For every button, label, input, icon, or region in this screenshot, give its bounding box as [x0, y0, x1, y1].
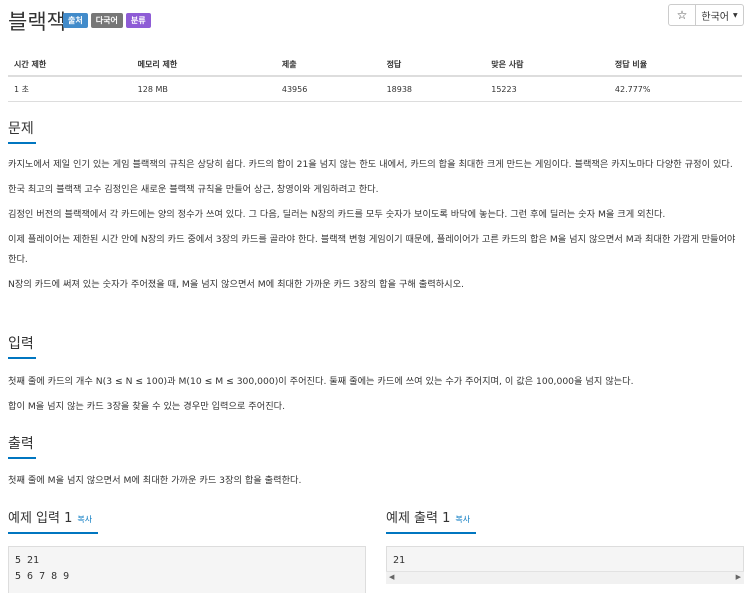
memory-limit-value: 128 MB	[131, 76, 276, 102]
sample-input-label: 예제 입력 1	[8, 511, 73, 526]
solvers-value: 15223	[485, 76, 609, 102]
input-section-title: 입력	[8, 333, 36, 359]
problem-paragraph: N장의 카드에 써져 있는 숫자가 주어졌을 때, M을 넘지 않으면서 M에 …	[8, 279, 464, 290]
language-label: 한국어	[701, 11, 729, 23]
copy-input-button[interactable]: 복사	[77, 515, 92, 524]
stats-header: 맞은 사람	[485, 56, 609, 77]
page-title: 블랙잭	[8, 10, 66, 34]
sample-output-title: 예제 출력 1 복사	[386, 507, 476, 534]
stats-header: 메모리 제한	[131, 56, 276, 77]
input-paragraph: 첫째 줄에 카드의 개수 N(3 ≤ N ≤ 100)과 M(10 ≤ M ≤ …	[8, 376, 634, 387]
problem-paragraph: 한국 최고의 블랙잭 고수 김정인은 새로운 블랙잭 규칙을 만들어 상근, 창…	[8, 184, 379, 195]
copy-output-button[interactable]: 복사	[455, 515, 470, 524]
section-underline	[386, 532, 476, 534]
problem-section-label: 문제	[8, 121, 34, 137]
problem-header: 블랙잭 출처 다국어 분류 ☆ 한국어 ▼	[8, 4, 744, 34]
section-underline	[8, 357, 36, 359]
problem-paragraph: 카지노에서 제일 인기 있는 게임 블랙잭의 규칙은 상당히 쉽다. 카드의 합…	[8, 159, 733, 170]
section-underline	[8, 532, 98, 534]
sample-input-title: 예제 입력 1 복사	[8, 507, 98, 534]
multilanguage-badge[interactable]: 다국어	[90, 13, 123, 28]
language-dropdown[interactable]: 한국어 ▼	[696, 4, 744, 26]
problem-section-title: 문제	[8, 118, 36, 144]
stats-header: 제출	[275, 56, 381, 77]
submissions-value: 43956	[275, 76, 381, 102]
sample-input-box[interactable]: 5 21 5 6 7 8 9	[8, 546, 366, 593]
accepted-value: 18938	[380, 76, 486, 102]
sample-output-label: 예제 출력 1	[386, 511, 451, 526]
horizontal-scrollbar[interactable]: ◀ ▶	[386, 571, 744, 584]
problem-description: 카지노에서 제일 인기 있는 게임 블랙잭의 규칙은 상당히 쉽다. 카드의 합…	[8, 155, 742, 295]
input-description: 첫째 줄에 카드의 개수 N(3 ≤ N ≤ 100)과 M(10 ≤ M ≤ …	[8, 372, 742, 417]
stats-header-row: 시간 제한 메모리 제한 제출 정답 맞은 사람 정답 비율	[8, 56, 742, 77]
output-description: 첫째 줄에 M을 넘지 않으면서 M에 최대한 가까운 카드 3장의 합을 출력…	[8, 471, 742, 491]
section-underline	[8, 142, 36, 144]
category-badge[interactable]: 분류	[125, 13, 151, 28]
scroll-right-icon[interactable]: ▶	[736, 573, 741, 581]
badge-group: 출처 다국어 분류	[63, 13, 151, 28]
input-section-label: 입력	[8, 336, 34, 352]
problem-stats-table: 시간 제한 메모리 제한 제출 정답 맞은 사람 정답 비율 1 초 128 M…	[8, 56, 742, 102]
acceptance-rate-value: 42.777%	[608, 76, 742, 102]
stats-header: 시간 제한	[8, 56, 132, 77]
time-limit-value: 1 초	[8, 76, 132, 102]
stats-header: 정답	[380, 56, 486, 77]
input-paragraph: 합이 M을 넘지 않는 카드 3장을 찾을 수 있는 경우만 입력으로 주어진다…	[8, 401, 286, 412]
output-section-title: 출력	[8, 433, 36, 459]
problem-paragraph: 김정인 버전의 블랙잭에서 각 카드에는 양의 정수가 쓰여 있다. 그 다음,…	[8, 209, 666, 220]
scroll-left-icon[interactable]: ◀	[389, 573, 394, 581]
problem-paragraph: 이제 플레이어는 제한된 시간 안에 N장의 카드 중에서 3장의 카드를 골라…	[8, 234, 736, 265]
star-icon: ☆	[676, 8, 688, 22]
favorite-button[interactable]: ☆	[668, 4, 696, 26]
output-section-label: 출력	[8, 436, 34, 452]
stats-row: 1 초 128 MB 43956 18938 15223 42.777%	[8, 76, 742, 102]
stats-header: 정답 비율	[608, 56, 742, 77]
output-paragraph: 첫째 줄에 M을 넘지 않으면서 M에 최대한 가까운 카드 3장의 합을 출력…	[8, 475, 302, 486]
source-badge[interactable]: 출처	[63, 13, 88, 28]
section-underline	[8, 457, 36, 459]
caret-down-icon: ▼	[732, 11, 738, 19]
header-actions: ☆ 한국어 ▼	[668, 4, 744, 26]
